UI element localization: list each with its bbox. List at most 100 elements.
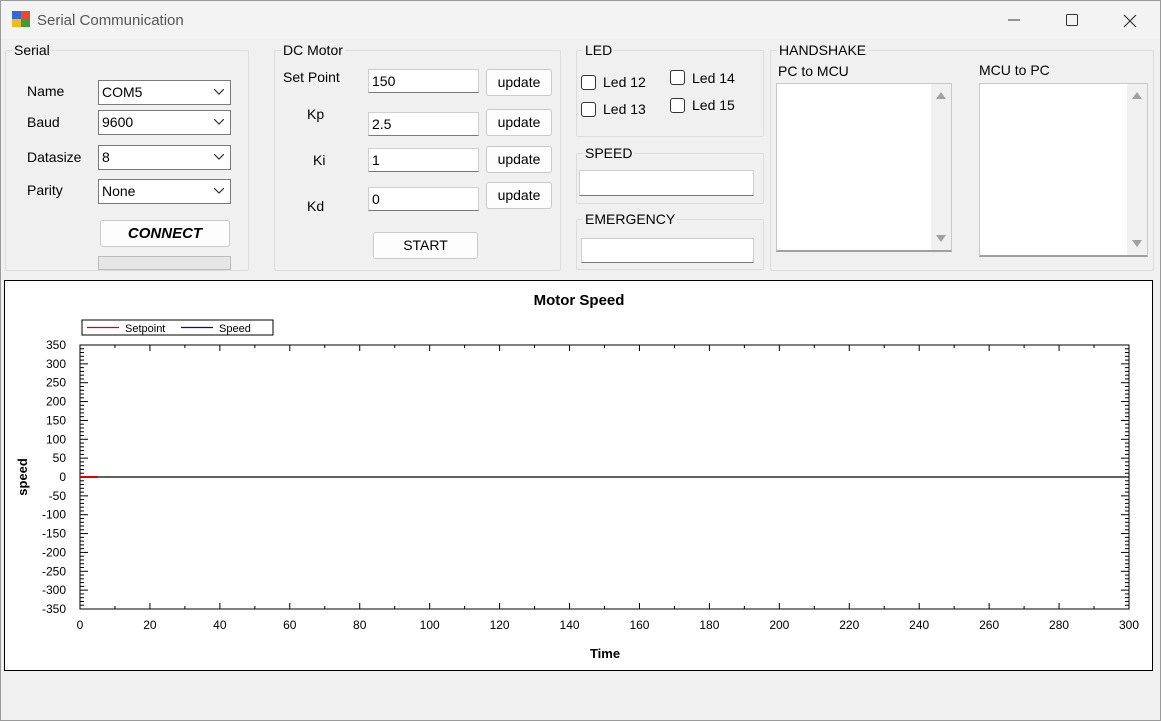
led-12-checkbox[interactable] <box>581 75 596 90</box>
y-tick-label: 150 <box>46 413 66 427</box>
kp-update-button[interactable]: update <box>486 109 552 136</box>
y-tick-label: 50 <box>53 451 67 465</box>
datasize-value: 8 <box>102 149 110 165</box>
pc-to-mcu-label: PC to MCU <box>778 63 849 79</box>
y-tick-label: -300 <box>42 583 66 597</box>
x-tick-label: 80 <box>353 618 367 632</box>
baud-label: Baud <box>27 114 60 130</box>
y-tick-label: -200 <box>42 545 66 559</box>
port-name-value: COM5 <box>102 84 143 100</box>
y-tick-label: 300 <box>46 357 66 371</box>
port-name-select[interactable]: COM5 <box>98 80 231 105</box>
setpoint-update-button[interactable]: update <box>486 69 552 96</box>
emergency-group-title: EMERGENCY <box>583 211 678 227</box>
x-tick-label: 100 <box>420 618 440 632</box>
emergency-display[interactable] <box>581 238 754 263</box>
y-tick-label: -150 <box>42 527 66 541</box>
x-tick-label: 40 <box>213 618 227 632</box>
led-15-label[interactable]: Led 15 <box>692 97 735 113</box>
y-tick-label: 200 <box>46 395 66 409</box>
chart-canvas: Motor Speed Time speed Setpoint Speed 0 2… <box>15 292 1139 661</box>
y-tick-label: -350 <box>42 602 66 616</box>
pc-to-mcu-scrollbar[interactable] <box>931 84 951 250</box>
x-tick-label: 220 <box>839 618 859 632</box>
handshake-group-title: HANDSHAKE <box>777 42 869 58</box>
connection-progress-bar <box>98 256 231 270</box>
y-axis-label: speed <box>15 458 30 496</box>
led-14-label[interactable]: Led 14 <box>692 70 735 86</box>
start-button[interactable]: START <box>373 232 478 259</box>
y-tick-label: -50 <box>49 489 67 503</box>
led-group-title: LED <box>583 42 615 58</box>
close-icon <box>1123 14 1137 28</box>
x-tick-label: 240 <box>909 618 929 632</box>
chevron-down-icon <box>214 154 224 160</box>
legend-setpoint-label: Setpoint <box>125 323 165 335</box>
kd-update-button[interactable]: update <box>486 182 552 209</box>
x-tick-label: 280 <box>1049 618 1069 632</box>
ki-update-button[interactable]: update <box>486 146 552 173</box>
parity-value: None <box>102 183 136 199</box>
baud-value: 9600 <box>102 114 134 130</box>
y-tick-label: -100 <box>42 508 66 522</box>
scroll-down-icon <box>1132 240 1142 247</box>
mcu-to-pc-scrollbar[interactable] <box>1127 84 1147 255</box>
kp-input[interactable]: 2.5 <box>368 112 479 136</box>
x-tick-label: 300 <box>1119 618 1139 632</box>
parity-label: Parity <box>27 182 63 198</box>
datasize-label: Datasize <box>27 149 82 165</box>
y-tick-label: 0 <box>59 470 66 484</box>
name-label: Name <box>27 83 65 99</box>
mcu-to-pc-label: MCU to PC <box>979 62 1050 78</box>
maximize-icon <box>1066 14 1078 26</box>
ki-input[interactable]: 1 <box>368 148 479 172</box>
baud-select[interactable]: 9600 <box>98 110 231 135</box>
ki-label: Ki <box>313 152 326 168</box>
title-bar[interactable]: Serial Communication <box>1 1 1160 39</box>
mcu-to-pc-listbox[interactable] <box>979 83 1148 257</box>
x-tick-label: 20 <box>143 618 157 632</box>
parity-select[interactable]: None <box>98 179 231 204</box>
minimize-button[interactable] <box>985 1 1043 39</box>
y-tick-label: 100 <box>46 432 66 446</box>
speed-display[interactable] <box>579 170 754 196</box>
minimize-icon <box>1008 19 1020 21</box>
connect-button[interactable]: CONNECT <box>100 220 230 247</box>
led-15-checkbox[interactable] <box>670 98 685 113</box>
y-tick-label: 250 <box>46 376 66 390</box>
dc-motor-group-title: DC Motor <box>281 42 345 58</box>
kp-label: Kp <box>307 106 325 122</box>
scroll-down-icon <box>936 235 946 242</box>
x-tick-label: 160 <box>629 618 649 632</box>
kd-input[interactable]: 0 <box>368 187 479 211</box>
led-12-label[interactable]: Led 12 <box>603 74 646 90</box>
setpoint-label: Set Point <box>283 69 340 85</box>
led-13-checkbox[interactable] <box>581 102 596 117</box>
close-button[interactable] <box>1101 1 1159 39</box>
kd-label: Kd <box>307 198 325 214</box>
app-window: Serial Communication Serial Name COM5 Ba… <box>0 0 1161 721</box>
chevron-down-icon <box>214 188 224 194</box>
chart-legend: Setpoint Speed <box>81 319 274 336</box>
x-tick-label: 0 <box>77 618 84 632</box>
pc-to-mcu-listbox[interactable] <box>776 83 952 252</box>
x-tick-label: 200 <box>769 618 789 632</box>
serial-group-title: Serial <box>12 42 52 58</box>
app-icon <box>12 11 30 27</box>
led-13-label[interactable]: Led 13 <box>603 101 646 117</box>
led-14-checkbox[interactable] <box>670 70 685 85</box>
window-title: Serial Communication <box>37 12 184 29</box>
x-axis-label: Time <box>590 646 620 661</box>
x-tick-label: 260 <box>979 618 999 632</box>
datasize-select[interactable]: 8 <box>98 145 231 170</box>
x-tick-label: 180 <box>699 618 719 632</box>
setpoint-input[interactable]: 150 <box>368 69 479 93</box>
maximize-button[interactable] <box>1043 1 1101 39</box>
x-tick-label: 120 <box>490 618 510 632</box>
y-tick-label: -250 <box>42 564 66 578</box>
led-group: LED <box>576 42 764 137</box>
motor-speed-chart[interactable]: Motor Speed Time speed Setpoint Speed 0 2… <box>4 280 1153 671</box>
x-tick-label: 60 <box>283 618 297 632</box>
y-tick-label: 350 <box>46 338 66 352</box>
speed-group-title: SPEED <box>583 145 635 161</box>
